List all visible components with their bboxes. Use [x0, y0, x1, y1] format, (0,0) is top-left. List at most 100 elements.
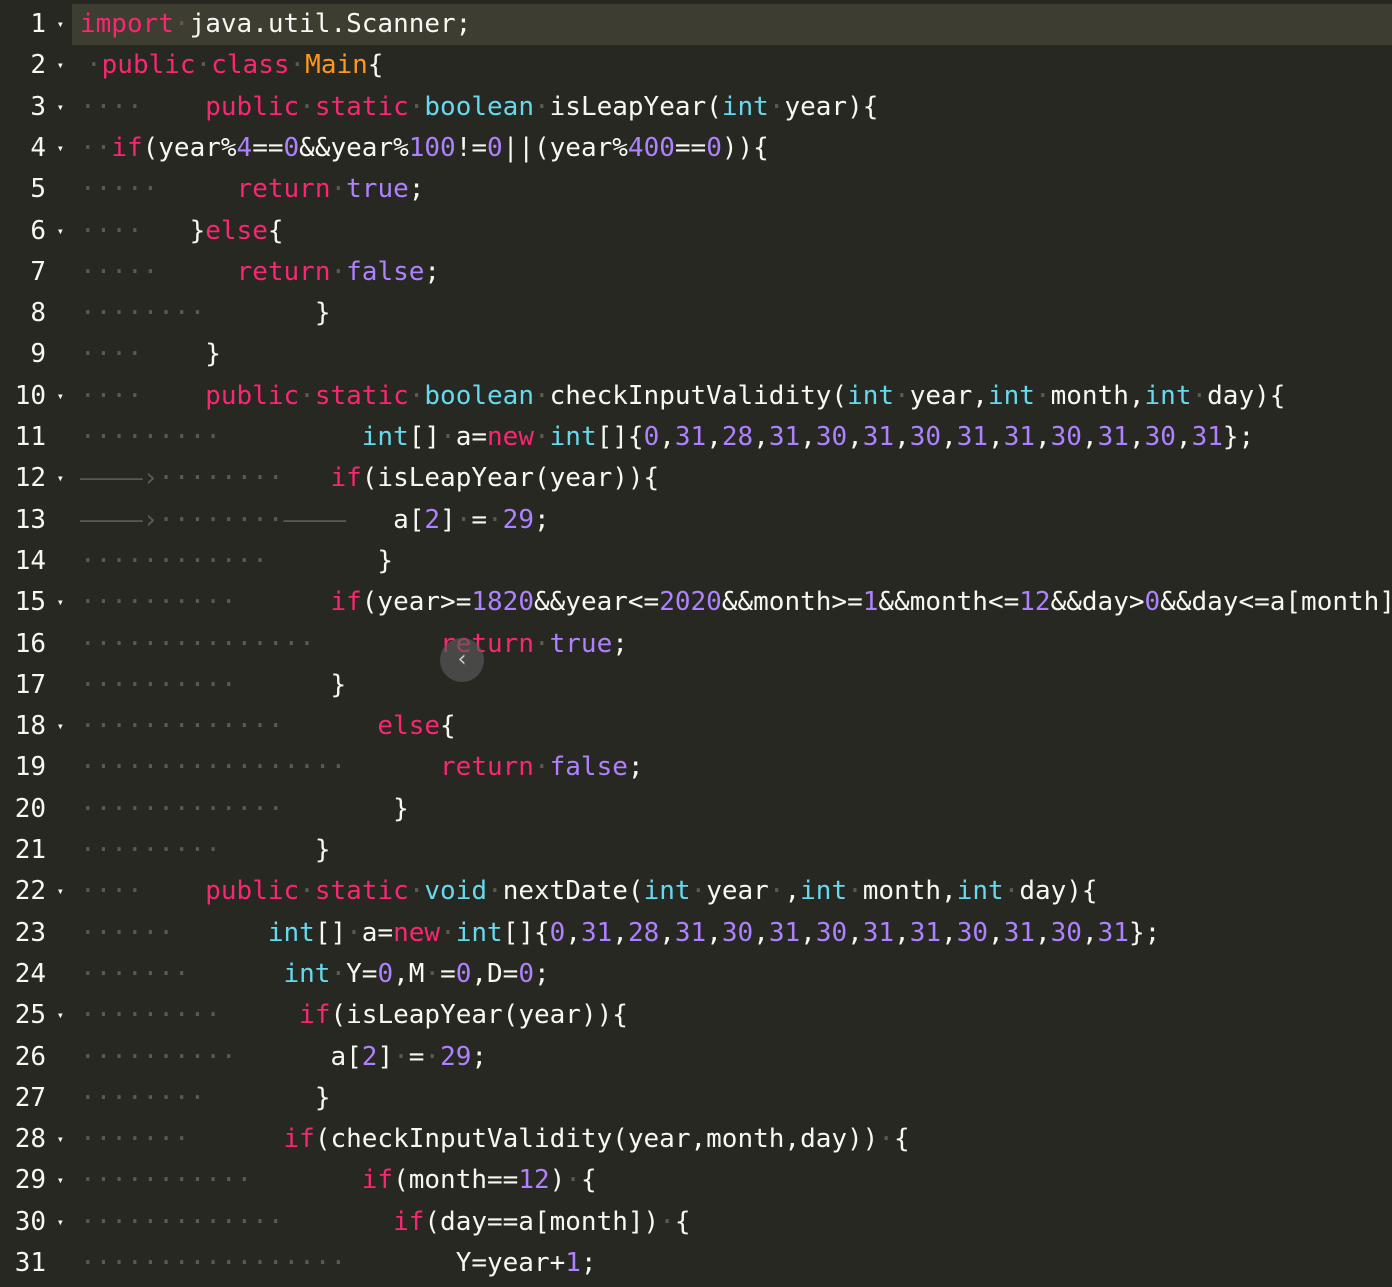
code-text: ······· int·Y=0,M·=0,D=0; — [72, 954, 550, 995]
code-line[interactable]: 1 ▾ import·java.util.Scanner; — [0, 4, 1392, 45]
code-token: static — [314, 91, 409, 122]
code-line[interactable]: 23 ······ int[]·a=new·int[]{0,31,28,31,30… — [0, 913, 1392, 954]
whitespace-marker: ················· — [80, 752, 347, 783]
code-editor[interactable]: 1 ▾ import·java.util.Scanner; 2 ▾ ·public·cla… — [0, 0, 1392, 1287]
code-line[interactable]: 5 ····· return·true; — [0, 169, 1392, 210]
fold-arrow-icon[interactable]: ▾ — [57, 45, 64, 86]
fold-arrow-icon[interactable]: ▾ — [57, 1119, 64, 1160]
code-token: 100 — [408, 132, 456, 163]
code-token: ] — [440, 504, 456, 535]
code-token: 1 — [862, 587, 879, 618]
code-token: Main — [305, 50, 368, 81]
code-line[interactable]: 26 ·········· a[2]·=·29; — [0, 1037, 1392, 1078]
line-gutter: 21 — [0, 830, 72, 871]
code-token: new — [393, 917, 441, 948]
code-token: , — [753, 917, 769, 948]
line-gutter: 5 — [0, 169, 72, 210]
line-number: 21 — [14, 835, 46, 865]
code-line[interactable]: 24 ······· int·Y=0,M·=0,D=0; — [0, 954, 1392, 995]
code-token: 28 — [627, 917, 660, 948]
line-number: 1 — [30, 9, 46, 39]
code-line[interactable]: 11 ········· int[]·a=new·int[]{0,31,28,31… — [0, 417, 1392, 458]
code-token: day){ — [1207, 380, 1286, 411]
fold-arrow-icon[interactable]: ▾ — [57, 1202, 64, 1243]
code-line[interactable]: 14 ············ } — [0, 541, 1392, 582]
code-token: { — [580, 1165, 597, 1196]
whitespace-marker: · — [408, 380, 425, 411]
code-token: class — [211, 50, 290, 81]
code-line[interactable]: 19 ················· return·false; — [0, 747, 1392, 788]
code-line[interactable]: 29 ▾ ··········· if(month==12)·{ — [0, 1160, 1392, 1201]
code-line[interactable]: 18 ▾ ············· else{ — [0, 706, 1392, 747]
code-token: ,D= — [471, 958, 519, 989]
line-number: 22 — [14, 876, 46, 907]
code-line[interactable]: 9 ···· } — [0, 334, 1392, 375]
line-number: 19 — [14, 752, 46, 783]
whitespace-marker: · — [1191, 380, 1208, 411]
code-line[interactable]: 13 ————›········———— a[2]·=·29; — [0, 500, 1392, 541]
whitespace-marker: · — [299, 91, 315, 122]
code-line[interactable]: 10 ▾ ···· public·static·boolean·checkInput… — [0, 376, 1392, 417]
code-line[interactable]: 25 ▾ ········· if(isLeapYear(year)){ — [0, 995, 1392, 1036]
code-token: = — [440, 958, 456, 989]
code-token: int — [643, 876, 691, 907]
fold-arrow-icon[interactable]: ▾ — [57, 128, 64, 169]
fold-arrow-icon[interactable]: ▾ — [57, 1160, 64, 1201]
code-line[interactable]: 6 ▾ ···· }else{ — [0, 211, 1392, 252]
code-line[interactable]: 28 ▾ ······· if(checkInputValidity(year,mo… — [0, 1119, 1392, 1160]
code-line[interactable]: 15 ▾ ·········· if(year>=1820&&year<=2020&… — [0, 582, 1392, 623]
code-line[interactable]: 2 ▾ ·public·class·Main{ — [0, 45, 1392, 86]
line-number: 15 — [14, 587, 46, 618]
code-line[interactable]: 7 ····· return·false; — [0, 252, 1392, 293]
code-token: int — [721, 91, 769, 122]
fold-arrow-icon[interactable]: ▾ — [57, 87, 64, 128]
code-line[interactable]: 27 ········ } — [0, 1078, 1392, 1119]
fold-arrow-icon[interactable]: ▾ — [57, 995, 64, 1036]
code-token: = — [408, 1041, 425, 1072]
fold-arrow-icon[interactable]: ▾ — [57, 211, 64, 252]
line-gutter: 9 — [0, 334, 72, 375]
code-token: int — [455, 917, 503, 948]
line-gutter: 27 — [0, 1078, 72, 1119]
line-number: 10 — [14, 380, 46, 411]
whitespace-marker: · — [173, 9, 190, 39]
line-gutter: 7 — [0, 252, 72, 293]
code-line[interactable]: 22 ▾ ···· public·static·void·nextDate(int·… — [0, 871, 1392, 912]
code-token: ; — [471, 1041, 488, 1072]
code-line[interactable]: 3 ▾ ···· public·static·boolean·isLeapYear(… — [0, 87, 1392, 128]
code-line[interactable]: 30 ▾ ············· if(day==a[month])·{ — [0, 1202, 1392, 1243]
code-line[interactable]: 31 ················· Y=year+1; — [0, 1243, 1392, 1284]
line-number: 20 — [14, 793, 46, 824]
code-line[interactable]: 16 ··············· return·true; — [0, 624, 1392, 665]
code-token: Y=year+ — [455, 1248, 566, 1278]
code-line[interactable]: 17 ·········· } — [0, 665, 1392, 706]
fold-arrow-icon[interactable]: ▾ — [57, 706, 64, 747]
fold-arrow-icon[interactable]: ▾ — [57, 458, 64, 499]
line-number: 9 — [30, 339, 46, 370]
whitespace-marker: · — [768, 876, 785, 907]
code-token: month, — [1050, 380, 1145, 411]
fold-arrow-icon[interactable]: ▾ — [57, 582, 64, 623]
code-line[interactable]: 8 ········ } — [0, 293, 1392, 334]
whitespace-marker: ·········· — [80, 669, 237, 700]
code-line[interactable]: 20 ············· } — [0, 789, 1392, 830]
fold-arrow-icon[interactable]: ▾ — [57, 376, 64, 417]
code-token: 0 — [643, 422, 660, 452]
code-line[interactable]: 4 ▾ ··if(year%4==0&&year%100!=0||(year%400… — [0, 128, 1392, 169]
code-token: 4 — [236, 132, 253, 163]
code-token: , — [1175, 422, 1192, 452]
code-token: , — [659, 422, 675, 452]
collapse-panel-button[interactable]: ‹ — [440, 638, 484, 682]
code-token: 30 — [956, 917, 989, 948]
code-text: ········· if(isLeapYear(year)){ — [72, 995, 628, 1036]
whitespace-marker: ···· — [80, 339, 143, 370]
code-line[interactable]: 12 ▾ ————›········ if(isLeapYear(year)){ — [0, 458, 1392, 499]
fold-arrow-icon[interactable]: ▾ — [57, 871, 64, 912]
code-line[interactable]: 21 ········· } — [0, 830, 1392, 871]
code-token: ||(year% — [502, 132, 628, 163]
fold-arrow-icon[interactable]: ▾ — [57, 4, 64, 45]
code-token: , — [1081, 917, 1098, 948]
